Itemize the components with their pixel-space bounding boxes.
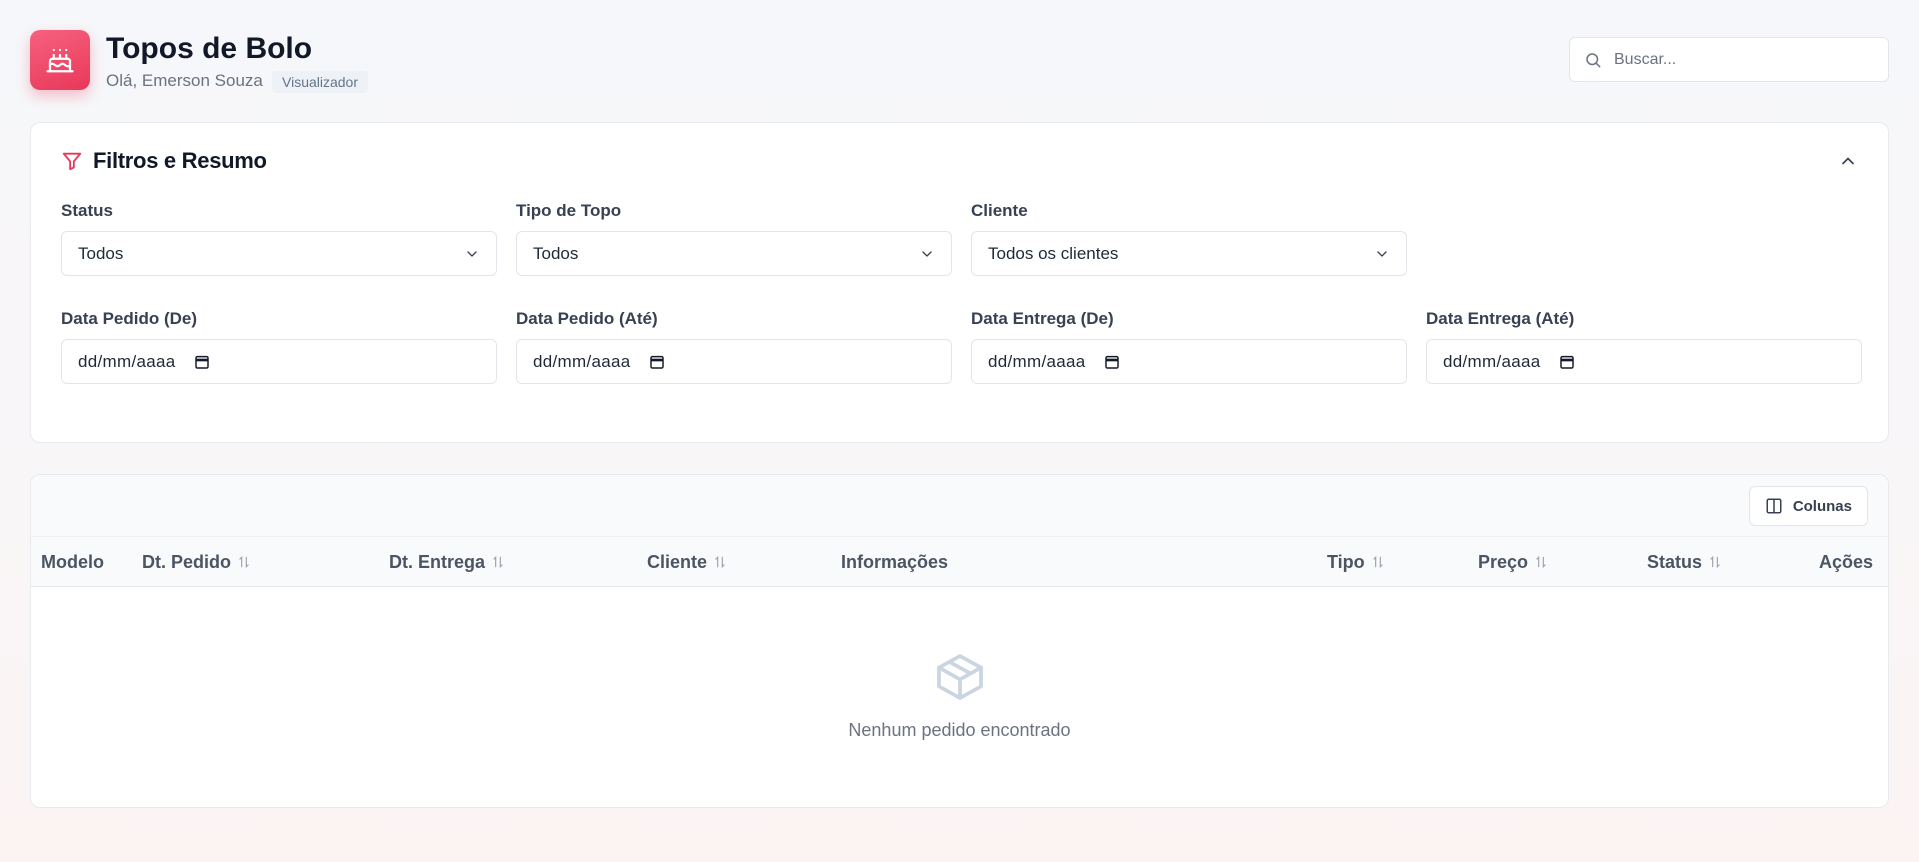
app-title: Topos de Bolo	[106, 32, 313, 65]
header-status[interactable]: Status	[1647, 537, 1722, 587]
filter-icon	[62, 152, 82, 171]
chevron-down-icon	[467, 250, 477, 257]
search-icon	[1586, 52, 1601, 67]
sort-icon[interactable]	[491, 555, 505, 569]
calendar-icon[interactable]	[1559, 354, 1575, 370]
header-dt-pedido[interactable]: Dt. Pedido	[142, 537, 251, 587]
status-label: Status	[61, 201, 113, 220]
app-logo	[30, 30, 90, 90]
calendar-icon[interactable]	[194, 354, 210, 370]
data-entrega-de-label: Data Entrega (De)	[971, 309, 1114, 328]
cliente-label: Cliente	[971, 201, 1028, 220]
tipo-topo-select-value: Todos	[533, 243, 579, 263]
sort-icon[interactable]	[713, 555, 727, 569]
data-entrega-de-input[interactable]: dd/mm/aaaa	[971, 339, 1407, 384]
header-dt-entrega[interactable]: Dt. Entrega	[389, 537, 505, 587]
filters-header: Filtros e Resumo	[61, 148, 267, 174]
date-placeholder: dd/mm/aaaa	[988, 351, 1086, 371]
data-entrega-ate-label: Data Entrega (Até)	[1426, 309, 1575, 328]
data-entrega-ate-filter: Data Entrega (Até) dd/mm/aaaa	[1426, 309, 1862, 384]
status-select-value: Todos	[78, 243, 124, 263]
package-icon	[936, 654, 983, 700]
calendar-icon[interactable]	[1104, 354, 1120, 370]
sort-icon[interactable]	[1534, 555, 1548, 569]
sort-icon[interactable]	[1371, 555, 1385, 569]
date-placeholder: dd/mm/aaaa	[78, 351, 176, 371]
columns-icon	[1766, 498, 1782, 514]
collapse-filters-button[interactable]	[1838, 151, 1858, 176]
date-placeholder: dd/mm/aaaa	[1443, 351, 1541, 371]
chevron-down-icon	[922, 250, 932, 257]
header-informacoes: Informações	[841, 551, 949, 572]
filters-title: Filtros e Resumo	[93, 148, 267, 173]
header-modelo: Modelo	[41, 551, 104, 572]
data-pedido-ate-label: Data Pedido (Até)	[516, 309, 658, 328]
data-pedido-ate-filter: Data Pedido (Até) dd/mm/aaaa	[516, 309, 952, 384]
tipo-topo-label: Tipo de Topo	[516, 201, 622, 220]
app-header: Topos de Bolo Olá, Emerson Souza Visuali…	[30, 30, 1889, 93]
cake-icon	[46, 48, 74, 73]
filters-card: Filtros e Resumo Status Todos Tipo de To…	[30, 122, 1889, 443]
cliente-filter: Cliente Todos os clientes	[971, 201, 1407, 276]
chevron-down-icon	[1377, 250, 1387, 257]
sort-icon[interactable]	[1708, 555, 1722, 569]
status-select[interactable]: Todos	[61, 231, 497, 276]
data-entrega-de-filter: Data Entrega (De) dd/mm/aaaa	[971, 309, 1407, 384]
header-cliente[interactable]: Cliente	[647, 537, 727, 587]
data-entrega-ate-input[interactable]: dd/mm/aaaa	[1426, 339, 1862, 384]
search-box[interactable]	[1569, 37, 1889, 82]
data-pedido-de-filter: Data Pedido (De) dd/mm/aaaa	[61, 309, 497, 384]
search-input[interactable]	[1614, 50, 1874, 69]
user-greeting: Olá, Emerson Souza	[106, 71, 263, 90]
orders-table-card: Colunas Modelo Dt. Pedido Dt. Entrega Cl…	[30, 474, 1889, 808]
table-header-row: Modelo Dt. Pedido Dt. Entrega Cliente In…	[31, 537, 1888, 587]
columns-button-label: Colunas	[1792, 497, 1852, 515]
role-badge: Visualizador	[272, 71, 369, 93]
chevron-up-icon	[1842, 157, 1854, 165]
cliente-select[interactable]: Todos os clientes	[971, 231, 1407, 276]
data-pedido-ate-input[interactable]: dd/mm/aaaa	[516, 339, 952, 384]
empty-state: Nenhum pedido encontrado	[31, 649, 1888, 741]
cliente-select-value: Todos os clientes	[988, 243, 1119, 263]
data-pedido-de-input[interactable]: dd/mm/aaaa	[61, 339, 497, 384]
empty-message: Nenhum pedido encontrado	[848, 720, 1071, 740]
date-placeholder: dd/mm/aaaa	[533, 351, 631, 371]
data-pedido-de-label: Data Pedido (De)	[61, 309, 198, 328]
calendar-icon[interactable]	[649, 354, 665, 370]
header-preco[interactable]: Preço	[1478, 537, 1548, 587]
columns-button[interactable]: Colunas	[1748, 486, 1868, 526]
header-acoes: Ações	[1818, 551, 1873, 572]
header-tipo[interactable]: Tipo	[1327, 537, 1385, 587]
tipo-topo-select[interactable]: Todos	[516, 231, 952, 276]
table-toolbar: Colunas	[31, 475, 1888, 537]
tipo-topo-filter: Tipo de Topo Todos	[516, 201, 952, 276]
sort-icon[interactable]	[237, 555, 251, 569]
status-filter: Status Todos	[61, 201, 497, 276]
